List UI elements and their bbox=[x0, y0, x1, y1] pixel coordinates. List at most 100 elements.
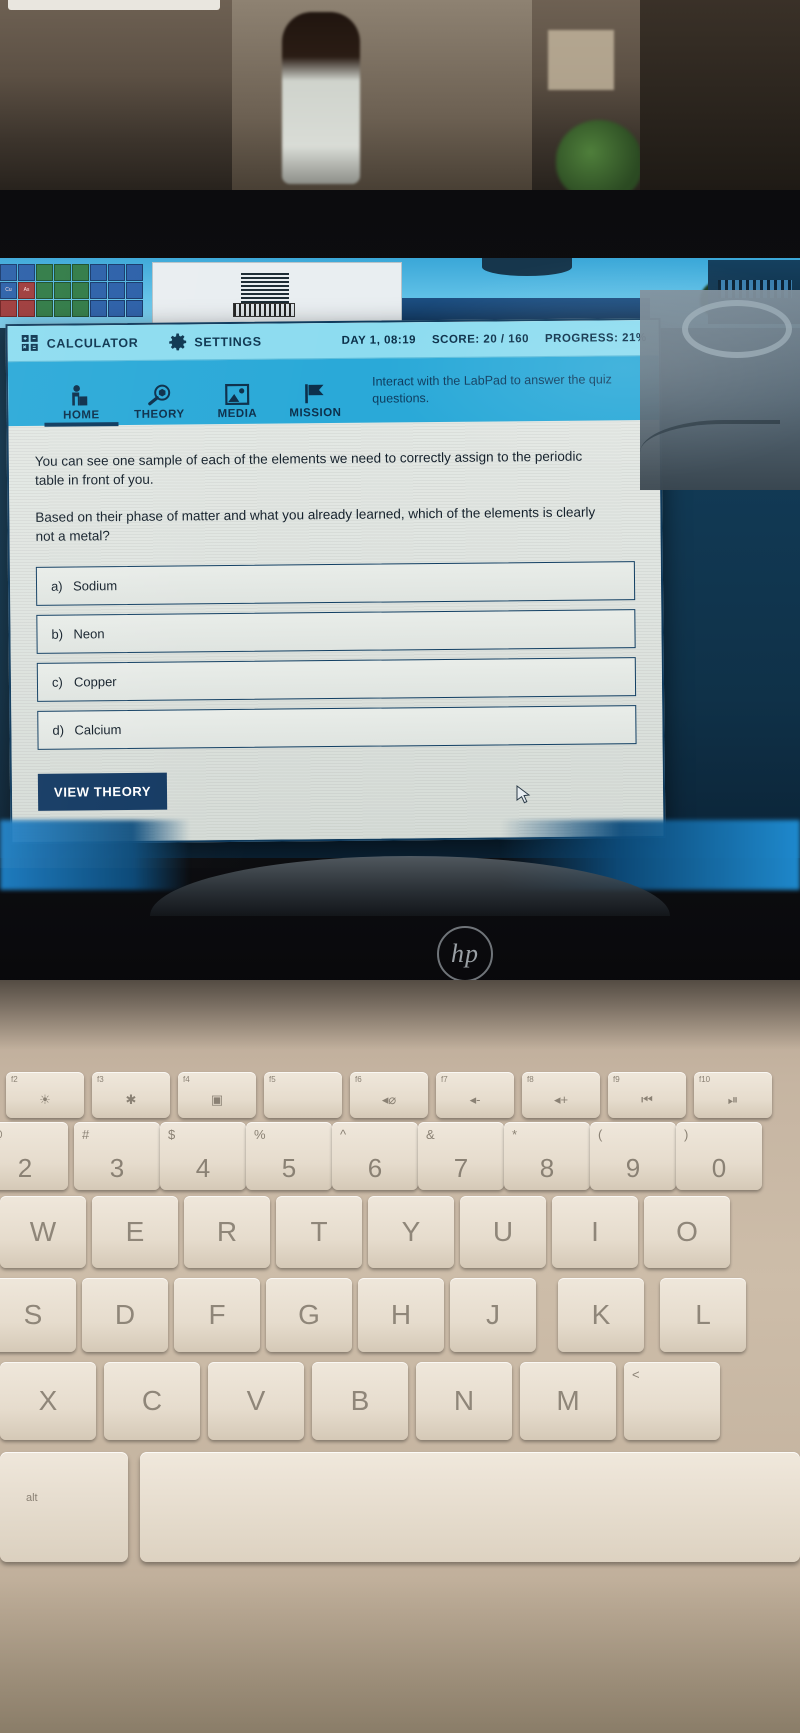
board-keypad bbox=[233, 303, 295, 317]
key-m[interactable]: M bbox=[520, 1362, 616, 1440]
key-7[interactable]: & 7 bbox=[418, 1122, 504, 1190]
view-theory-button[interactable]: VIEW THEORY bbox=[37, 772, 168, 811]
key-0[interactable]: ) 0 bbox=[676, 1122, 762, 1190]
key-f3-sup: f3 bbox=[97, 1075, 104, 1084]
key-9[interactable]: ( 9 bbox=[590, 1122, 676, 1190]
deck-bottom-shade bbox=[0, 1580, 800, 1733]
key-v[interactable]: V bbox=[208, 1362, 304, 1440]
answer-option-a[interactable]: a) Sodium bbox=[35, 560, 636, 606]
key-0-sup: ) bbox=[684, 1127, 689, 1142]
key-9-main: 9 bbox=[625, 1153, 641, 1183]
image-icon bbox=[225, 383, 250, 406]
tab-media-label: MEDIA bbox=[217, 407, 258, 421]
calculator-button[interactable]: CALCULATOR bbox=[21, 334, 139, 352]
key-f3[interactable]: f3 ✱ bbox=[92, 1072, 170, 1118]
key-x[interactable]: X bbox=[0, 1362, 96, 1440]
key-alt[interactable]: alt bbox=[0, 1452, 128, 1562]
key-f9-sup: f9 bbox=[613, 1075, 620, 1084]
key-2[interactable]: @ 2 bbox=[0, 1122, 68, 1190]
key-4[interactable]: $ 4 bbox=[160, 1122, 246, 1190]
key-i[interactable]: I bbox=[552, 1196, 638, 1268]
calculator-icon bbox=[21, 334, 39, 352]
game-whiteboard bbox=[152, 262, 402, 324]
calculator-label: CALCULATOR bbox=[46, 335, 139, 351]
key-comma-sup: < bbox=[632, 1367, 640, 1382]
game-ceiling-shade bbox=[482, 258, 572, 276]
answer-option-d[interactable]: d) Calcium bbox=[37, 704, 637, 750]
labpad-nav-bar: HOME THEORY MEDIA MISSION Interact with … bbox=[7, 355, 660, 427]
key-n-label: N bbox=[453, 1385, 475, 1416]
key-f2[interactable]: f2 ☀ bbox=[6, 1072, 84, 1118]
key-f9[interactable]: f9 ⏮ bbox=[608, 1072, 686, 1118]
key-y-label: Y bbox=[401, 1216, 421, 1247]
key-r[interactable]: R bbox=[184, 1196, 270, 1268]
key-4-main: 4 bbox=[195, 1153, 211, 1183]
key-i-label: I bbox=[591, 1216, 599, 1247]
key-space[interactable] bbox=[140, 1452, 800, 1562]
key-u[interactable]: U bbox=[460, 1196, 546, 1268]
key-f6[interactable]: f6 ◂⌀ bbox=[350, 1072, 428, 1118]
answer-option-c[interactable]: c) Copper bbox=[36, 656, 637, 702]
key-f8[interactable]: f8 ◂+ bbox=[522, 1072, 600, 1118]
key-f4-glyph: ▣ bbox=[210, 1092, 224, 1107]
option-b-text: Neon bbox=[73, 625, 105, 642]
key-o[interactable]: O bbox=[644, 1196, 730, 1268]
key-5-sup: % bbox=[254, 1127, 266, 1142]
key-6[interactable]: ^ 6 bbox=[332, 1122, 418, 1190]
settings-label: SETTINGS bbox=[194, 334, 262, 349]
tab-home[interactable]: HOME bbox=[42, 384, 120, 426]
key-f5-sup: f5 bbox=[269, 1075, 276, 1084]
key-k[interactable]: K bbox=[558, 1278, 644, 1352]
key-e[interactable]: E bbox=[92, 1196, 178, 1268]
option-c-key: c) bbox=[51, 674, 63, 690]
window-highlight bbox=[8, 0, 220, 10]
room-background bbox=[0, 0, 800, 200]
key-h[interactable]: H bbox=[358, 1278, 444, 1352]
labpad-status-readouts: DAY 1, 08:19 SCORE: 20 / 160 PROGRESS: 2… bbox=[341, 331, 648, 347]
key-f10[interactable]: f10 ⏯ bbox=[694, 1072, 772, 1118]
key-7-main: 7 bbox=[453, 1153, 469, 1183]
option-b-key: b) bbox=[51, 626, 64, 642]
photograph-of-laptop-screen: Cu As CALCULATOR SETTINGS DAY 1, 08:19 S… bbox=[0, 0, 800, 1733]
key-comma[interactable]: < bbox=[624, 1362, 720, 1440]
answer-option-b[interactable]: b) Neon bbox=[36, 608, 636, 654]
key-f10-glyph: ⏯ bbox=[727, 1092, 739, 1107]
option-d-key: d) bbox=[52, 722, 65, 738]
key-v-label: V bbox=[246, 1385, 266, 1416]
key-s[interactable]: S bbox=[0, 1278, 76, 1352]
tab-mission[interactable]: MISSION bbox=[276, 383, 354, 424]
labpad-action-row: VIEW THEORY bbox=[37, 768, 637, 811]
key-f5[interactable]: f5 bbox=[264, 1072, 342, 1118]
progress-readout: PROGRESS: 21% bbox=[544, 331, 647, 345]
key-b[interactable]: B bbox=[312, 1362, 408, 1440]
key-f6-sup: f6 bbox=[355, 1075, 362, 1084]
key-t-label: T bbox=[310, 1216, 328, 1247]
key-j[interactable]: J bbox=[450, 1278, 536, 1352]
tab-theory-label: THEORY bbox=[134, 408, 185, 421]
day-time-readout: DAY 1, 08:19 bbox=[341, 333, 417, 347]
key-f7[interactable]: f7 ◂- bbox=[436, 1072, 514, 1118]
key-f10-sup: f10 bbox=[699, 1075, 711, 1084]
key-c[interactable]: C bbox=[104, 1362, 200, 1440]
key-f4[interactable]: f4 ▣ bbox=[178, 1072, 256, 1118]
key-l[interactable]: L bbox=[660, 1278, 746, 1352]
key-5[interactable]: % 5 bbox=[246, 1122, 332, 1190]
option-a-key: a) bbox=[50, 578, 63, 594]
tab-media[interactable]: MEDIA bbox=[198, 383, 276, 425]
key-3[interactable]: # 3 bbox=[74, 1122, 160, 1190]
tab-theory[interactable]: THEORY bbox=[120, 383, 198, 425]
key-t[interactable]: T bbox=[276, 1196, 362, 1268]
key-d[interactable]: D bbox=[82, 1278, 168, 1352]
key-8[interactable]: * 8 bbox=[504, 1122, 590, 1190]
key-y[interactable]: Y bbox=[368, 1196, 454, 1268]
doorway bbox=[232, 0, 532, 196]
key-9-sup: ( bbox=[598, 1127, 603, 1142]
key-f[interactable]: F bbox=[174, 1278, 260, 1352]
labpad-window[interactable]: CALCULATOR SETTINGS DAY 1, 08:19 SCORE: … bbox=[5, 317, 666, 845]
option-c-text: Copper bbox=[73, 673, 117, 690]
key-g[interactable]: G bbox=[266, 1278, 352, 1352]
settings-button[interactable]: SETTINGS bbox=[168, 332, 262, 351]
key-n[interactable]: N bbox=[416, 1362, 512, 1440]
key-j-label: J bbox=[486, 1299, 500, 1330]
key-w[interactable]: W bbox=[0, 1196, 86, 1268]
